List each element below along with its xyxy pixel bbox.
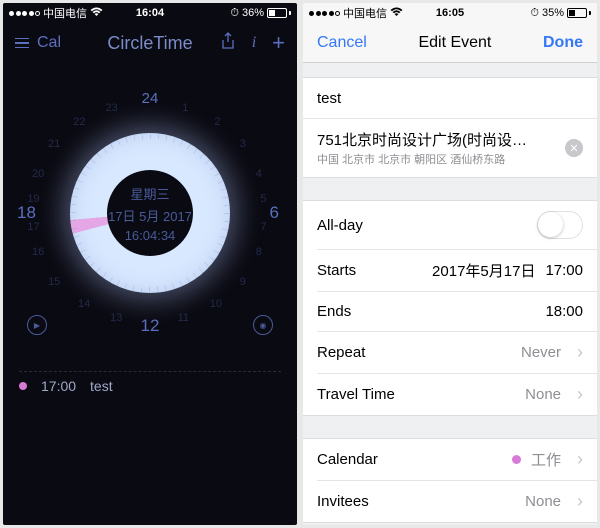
travel-row[interactable]: Travel Time None › [317, 373, 597, 415]
ends-time: 18:00 [545, 303, 583, 320]
hour-6: 6 [270, 203, 279, 223]
signal-dots-icon [309, 11, 340, 16]
battery-icon [567, 8, 591, 18]
battery-pct: 35% [542, 7, 564, 19]
hour-18: 18 [17, 203, 36, 223]
clear-location-icon[interactable]: ✕ [565, 139, 583, 157]
dial-center-info: 星期三 17日 5月 2017 16:04:34 [35, 98, 265, 328]
chevron-right-icon: › [577, 342, 583, 363]
info-icon[interactable]: i [252, 34, 256, 52]
battery-icon [267, 8, 291, 18]
location-title: 751北京时尚设计广场(时尚设计… [317, 129, 537, 150]
calendar-label: Calendar [317, 451, 378, 468]
event-time: 17:00 [41, 378, 76, 394]
alarm-icon: ⏱ [230, 7, 239, 20]
app-title: CircleTime [107, 33, 192, 54]
carrier-label: 中国电信 [343, 5, 387, 21]
hour-24: 24 [142, 90, 159, 107]
location-sub: 中国 北京市 北京市 朝阳区 酒仙桥东路 [317, 151, 537, 167]
page-title: Edit Event [418, 34, 491, 52]
cancel-button[interactable]: Cancel [317, 34, 367, 52]
status-time: 16:05 [436, 7, 464, 19]
starts-time: 17:00 [545, 262, 583, 279]
starts-label: Starts [317, 262, 356, 279]
starts-row[interactable]: Starts 2017年5月17日 17:00 [317, 249, 597, 291]
carrier-label: 中国电信 [43, 5, 87, 21]
travel-label: Travel Time [317, 386, 395, 403]
repeat-value: Never [521, 344, 561, 361]
play-back-icon[interactable]: ▶ [27, 315, 47, 335]
done-button[interactable]: Done [543, 34, 583, 52]
calendar-color-dot [512, 455, 521, 464]
invitees-row[interactable]: Invitees None › [317, 480, 597, 522]
calendar-value: 工作 [531, 449, 561, 470]
event-title: test [90, 378, 113, 394]
ends-label: Ends [317, 303, 351, 320]
travel-value: None [525, 386, 561, 403]
allday-label: All-day [317, 217, 363, 234]
event-dot-icon [19, 382, 27, 390]
starts-date: 2017年5月17日 [432, 260, 535, 281]
wifi-icon [390, 7, 403, 20]
battery-pct: 36% [242, 7, 264, 19]
dial-time: 16:04:34 [125, 228, 176, 243]
chevron-right-icon: › [577, 384, 583, 405]
dial-weekday: 星期三 [130, 184, 169, 203]
alarm-icon: ⏱ [530, 7, 539, 20]
back-button[interactable]: Cal [37, 34, 61, 52]
play-target-icon[interactable]: ◉ [253, 315, 273, 335]
status-bar: 中国电信 16:04 ⏱ 36% [3, 3, 297, 23]
edit-event-screen: 中国电信 16:05 ⏱ 35% Cancel Edit Event Done … [303, 3, 597, 525]
status-bar: 中国电信 16:05 ⏱ 35% [303, 3, 597, 23]
title-value: test [317, 90, 341, 107]
circletime-screen: 中国电信 16:04 ⏱ 36% Cal CircleTime i + [3, 3, 297, 525]
nav-bar: Cal CircleTime i + [3, 23, 297, 63]
chevron-right-icon: › [577, 491, 583, 512]
wifi-icon [90, 7, 103, 20]
invitees-label: Invitees [317, 493, 369, 510]
repeat-row[interactable]: Repeat Never › [317, 331, 597, 373]
clock-dial[interactable]: 星期三 17日 5月 2017 16:04:34 24 6 12 18 1 2 … [3, 63, 297, 363]
nav-bar: Cancel Edit Event Done [303, 23, 597, 63]
share-icon[interactable] [220, 32, 236, 55]
calendar-row[interactable]: Calendar 工作 › [303, 439, 597, 480]
allday-row: All-day [303, 201, 597, 249]
hour-12: 12 [141, 316, 160, 336]
menu-icon[interactable] [15, 38, 29, 49]
event-row[interactable]: 17:00 test [19, 371, 281, 400]
add-icon[interactable]: + [272, 30, 285, 56]
location-field[interactable]: 751北京时尚设计广场(时尚设计… 中国 北京市 北京市 朝阳区 酒仙桥东路 ✕ [303, 118, 597, 177]
chevron-right-icon: › [577, 449, 583, 470]
event-list: 17:00 test [3, 363, 297, 408]
ends-row[interactable]: Ends 18:00 [317, 291, 597, 331]
event-form: test 751北京时尚设计广场(时尚设计… 中国 北京市 北京市 朝阳区 酒仙… [303, 63, 597, 525]
signal-dots-icon [9, 11, 40, 16]
repeat-label: Repeat [317, 344, 365, 361]
status-time: 16:04 [136, 7, 164, 19]
allday-toggle[interactable] [537, 211, 583, 239]
dial-date: 17日 5月 2017 [108, 206, 192, 225]
invitees-value: None [525, 493, 561, 510]
title-field[interactable]: test [303, 78, 597, 118]
